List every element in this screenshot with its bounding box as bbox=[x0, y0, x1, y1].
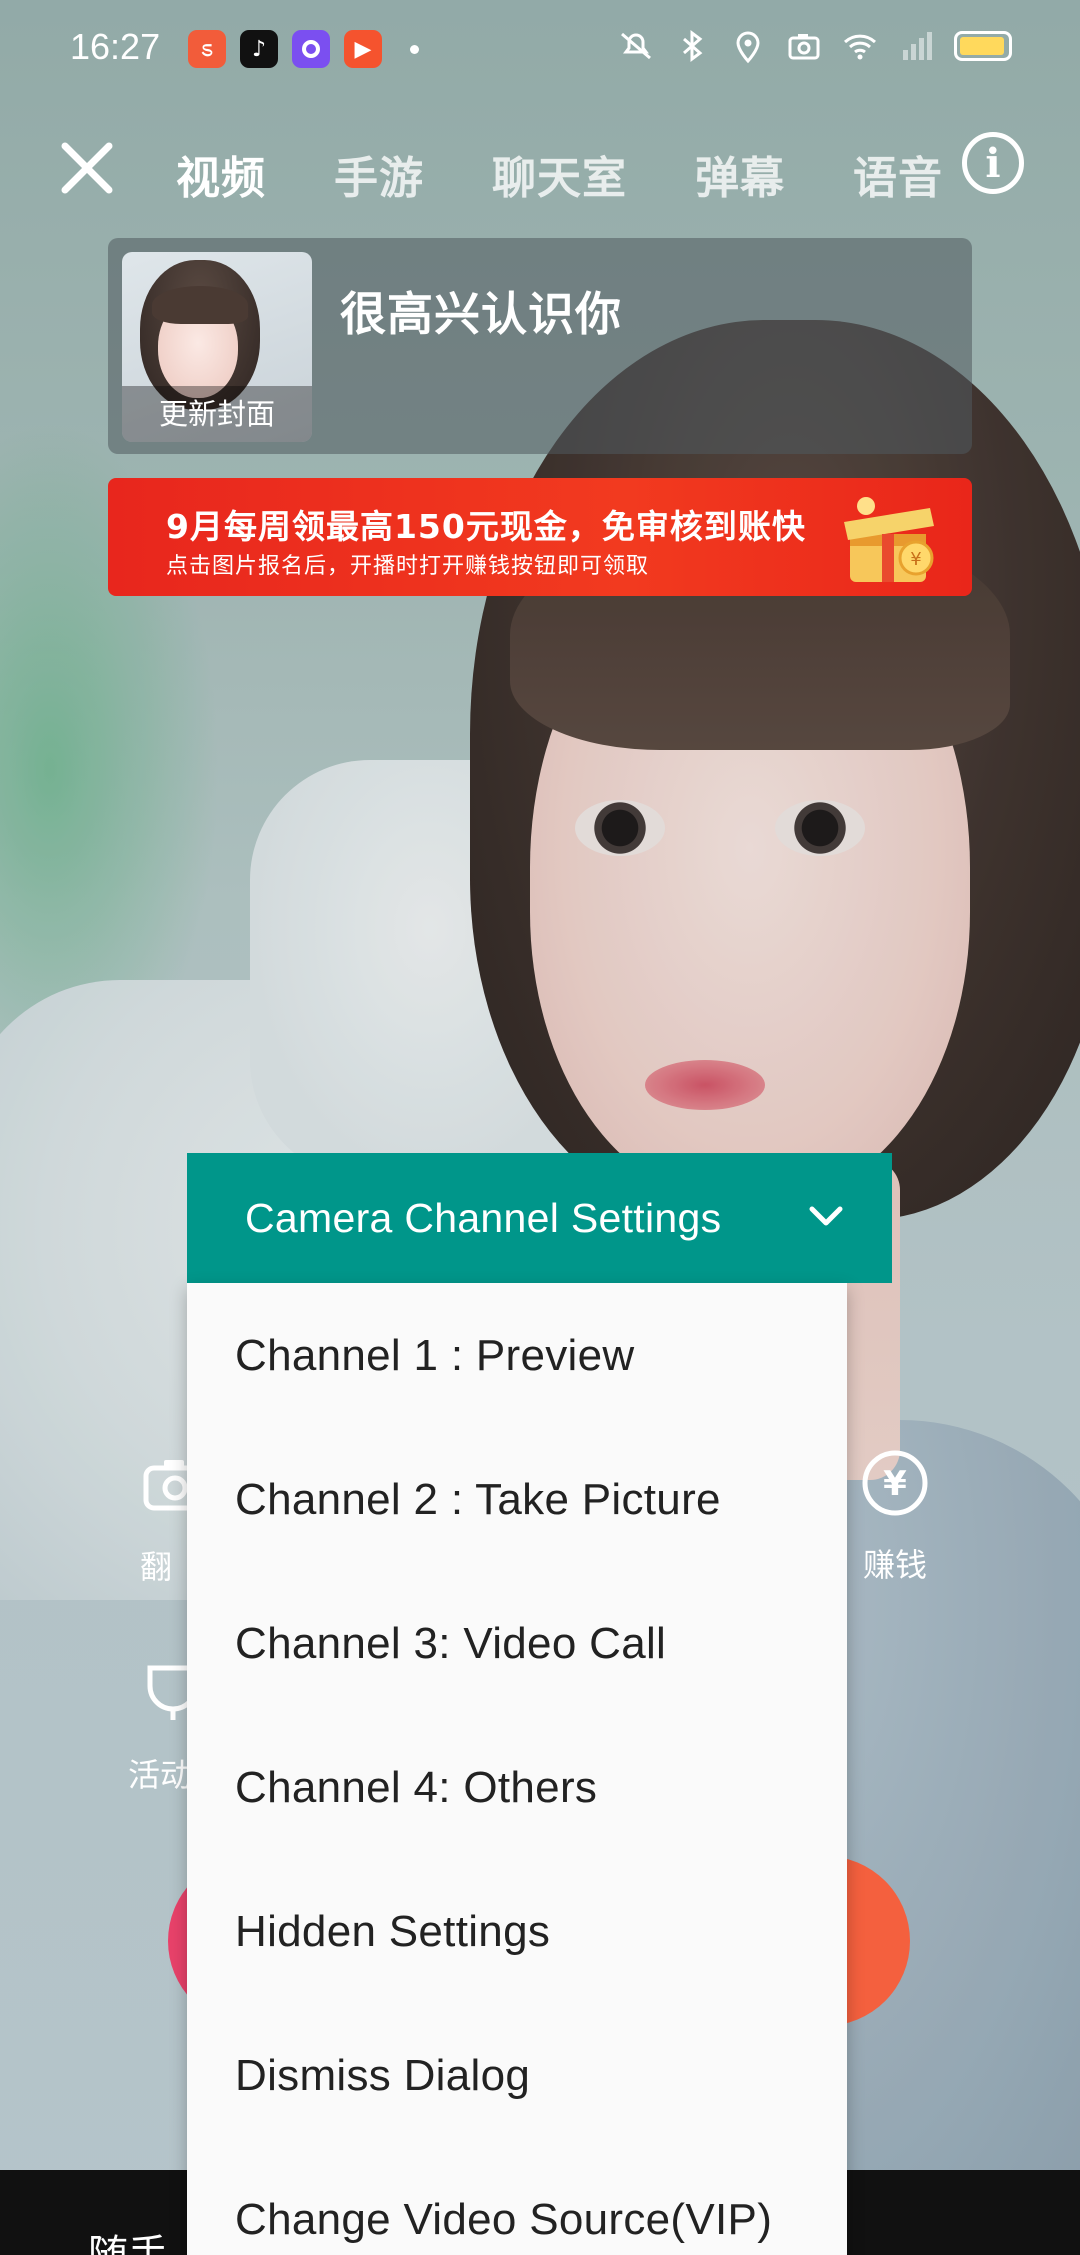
location-icon bbox=[736, 31, 760, 64]
menu-item-change-video-source[interactable]: Change Video Source(VIP) bbox=[235, 2195, 772, 2245]
cover-bangs bbox=[152, 286, 248, 324]
dialog-title: Camera Channel Settings bbox=[245, 1194, 722, 1241]
video-app-icon: ▶ bbox=[344, 30, 382, 68]
menu-item-channel-4[interactable]: Channel 4: Others bbox=[235, 1763, 597, 1813]
menu-item-channel-1[interactable]: Channel 1 : Preview bbox=[235, 1331, 634, 1381]
promo-headline: 9月每周领最高150元现金，免审核到账快 bbox=[166, 507, 806, 546]
bluetooth-icon bbox=[683, 30, 703, 62]
tab-chatroom[interactable]: 聊天室 bbox=[492, 142, 627, 206]
tab-voice[interactable]: 语音 bbox=[853, 142, 943, 206]
app-icon-3 bbox=[292, 30, 330, 68]
svg-text:¥: ¥ bbox=[910, 549, 921, 570]
top-nav: 视频 手游 聊天室 弹幕 语音 i bbox=[0, 120, 1080, 220]
status-app-icons: ಽ ♪ ▶ bbox=[188, 30, 419, 68]
menu-item-channel-3[interactable]: Channel 3: Video Call bbox=[235, 1619, 666, 1669]
svg-text:¥: ¥ bbox=[883, 1464, 907, 1504]
battery-icon bbox=[954, 31, 1012, 61]
update-cover-label[interactable]: 更新封面 bbox=[122, 386, 312, 442]
info-icon[interactable]: i bbox=[962, 132, 1024, 194]
close-icon[interactable] bbox=[55, 136, 119, 200]
dialog-header[interactable]: Camera Channel Settings bbox=[187, 1153, 892, 1283]
status-system-icons bbox=[618, 28, 1012, 64]
camera-icon bbox=[788, 34, 820, 60]
gift-box-icon: ¥ bbox=[844, 497, 934, 582]
status-time: 16:27 bbox=[70, 26, 161, 67]
menu-item-channel-2[interactable]: Channel 2 : Take Picture bbox=[235, 1475, 721, 1525]
earn-money-control[interactable]: ¥ 赚钱 bbox=[860, 1448, 930, 1586]
category-tabs: 视频 手游 聊天室 弹幕 语音 bbox=[176, 142, 1011, 206]
tab-mobile-games[interactable]: 手游 bbox=[334, 142, 424, 206]
mute-icon bbox=[621, 32, 651, 60]
signal-icon bbox=[903, 32, 932, 60]
battery-fill bbox=[960, 37, 1004, 55]
earn-money-label: 赚钱 bbox=[862, 1546, 927, 1584]
menu-item-dismiss-dialog[interactable]: Dismiss Dialog bbox=[235, 2051, 530, 2101]
notification-dot bbox=[410, 44, 419, 54]
room-info-card: 更新封面 很高兴认识你 bbox=[108, 238, 972, 454]
room-title[interactable]: 很高兴认识你 bbox=[340, 278, 622, 344]
app-icon-1: ಽ bbox=[188, 30, 226, 68]
yuan-coin-icon: ¥ bbox=[862, 1450, 928, 1516]
channel-menu-list: Channel 1 : Preview Channel 2 : Take Pic… bbox=[187, 1283, 847, 2255]
cover-thumbnail[interactable]: 更新封面 bbox=[122, 252, 312, 442]
tab-video[interactable]: 视频 bbox=[176, 142, 266, 206]
wifi-icon bbox=[843, 34, 877, 60]
chevron-down-icon[interactable] bbox=[804, 1195, 848, 1239]
menu-item-hidden-settings[interactable]: Hidden Settings bbox=[235, 1907, 550, 1957]
tab-danmaku[interactable]: 弹幕 bbox=[695, 142, 785, 206]
bottom-hint-text: 随手 bbox=[88, 2232, 168, 2255]
promo-subline: 点击图片报名后，开播时打开赚钱按钮即可领取 bbox=[166, 554, 650, 579]
tiktok-icon: ♪ bbox=[240, 30, 278, 68]
status-bar: 16:27 ಽ ♪ ▶ bbox=[0, 0, 1080, 96]
promo-banner[interactable]: 9月每周领最高150元现金，免审核到账快 点击图片报名后，开播时打开赚钱按钮即可… bbox=[108, 478, 972, 596]
